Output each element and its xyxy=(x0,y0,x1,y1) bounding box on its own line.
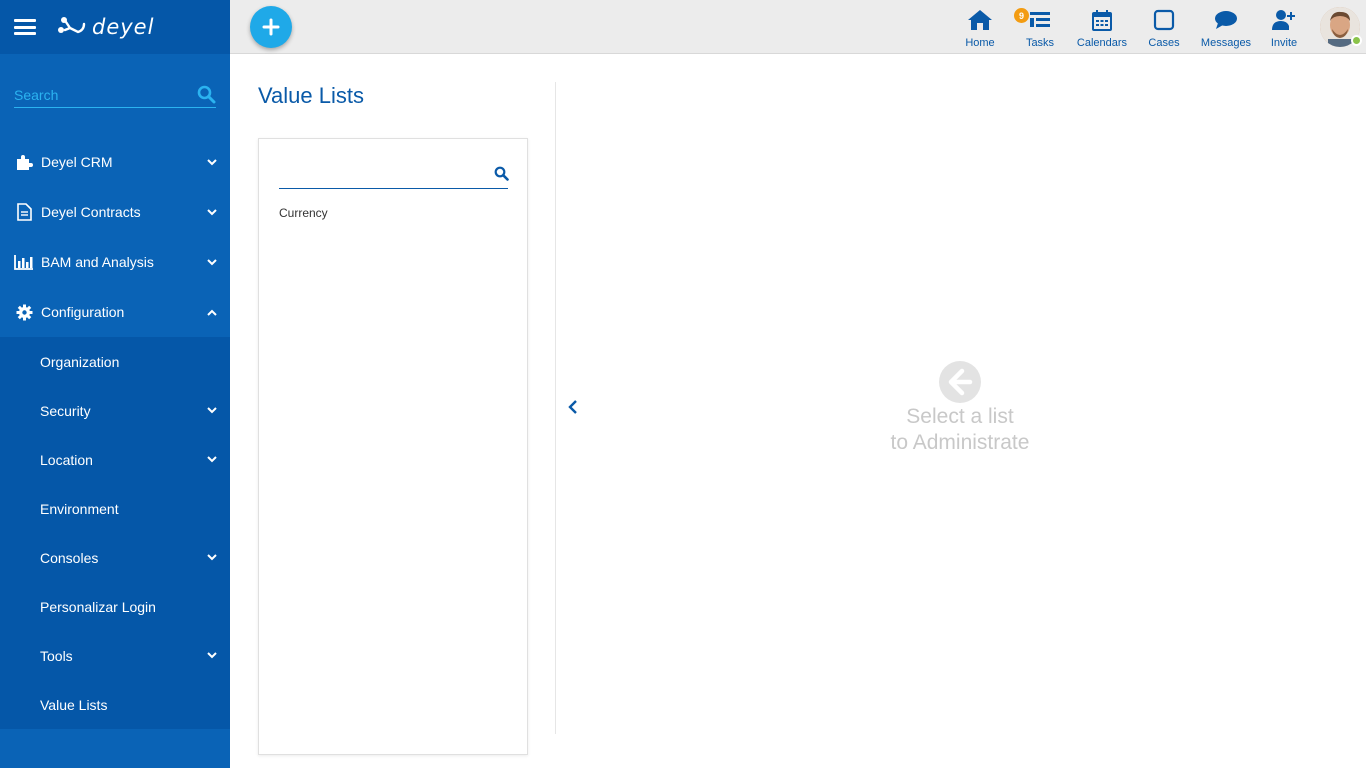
search-icon[interactable] xyxy=(197,85,216,109)
chevron-down-icon xyxy=(206,206,218,218)
tasks-label: Tasks xyxy=(1025,37,1055,49)
logo-mark-icon xyxy=(58,17,86,34)
tasks-icon xyxy=(1028,8,1052,32)
top-bar: Home 9 Tasks Calendars Cases Messages In… xyxy=(230,0,1366,54)
sidebar-subitem-label: Location xyxy=(40,451,93,468)
empty-state: Select a list to Administrate xyxy=(860,360,1060,456)
sidebar-subitem-personalizar-login[interactable]: Personalizar Login xyxy=(0,582,230,631)
home-icon xyxy=(967,8,993,32)
sidebar-item-label: Configuration xyxy=(41,304,125,320)
sidebar-subitem-label: Tools xyxy=(40,647,73,664)
messages-button[interactable]: Messages xyxy=(1194,0,1258,54)
tasks-button[interactable]: 9 Tasks xyxy=(1010,0,1070,54)
plus-icon xyxy=(262,18,280,36)
page-title: Value Lists xyxy=(258,83,364,108)
sidebar-item-bam-analysis[interactable]: BAM and Analysis xyxy=(0,237,230,287)
calendar-icon xyxy=(1092,8,1112,32)
chevron-down-icon xyxy=(206,256,218,268)
sidebar-search-area xyxy=(0,54,230,137)
sidebar-subitem-label: Value Lists xyxy=(40,696,108,713)
home-label: Home xyxy=(965,37,995,49)
collapse-panel-button[interactable] xyxy=(565,399,581,415)
invite-button[interactable]: Invite xyxy=(1258,0,1310,54)
configuration-submenu: Organization Security Location Environme… xyxy=(0,337,230,729)
chevron-down-icon xyxy=(206,552,218,564)
sidebar-item-label: Deyel Contracts xyxy=(41,204,141,220)
logo-text: deyel xyxy=(92,15,155,39)
chat-bubble-icon xyxy=(1214,8,1238,32)
arrow-left-circle-icon xyxy=(860,360,1060,404)
messages-label: Messages xyxy=(1200,37,1252,49)
invite-label: Invite xyxy=(1270,37,1298,49)
chevron-up-icon xyxy=(206,306,218,318)
document-icon xyxy=(14,203,34,221)
sidebar-subitem-label: Security xyxy=(40,402,91,419)
tasks-badge: 9 xyxy=(1014,8,1029,23)
chevron-down-icon xyxy=(206,454,218,466)
sidebar-item-label: BAM and Analysis xyxy=(41,254,154,270)
empty-state-line1: Select a list xyxy=(906,405,1014,428)
chevron-down-icon xyxy=(206,405,218,417)
chevron-down-icon xyxy=(206,650,218,662)
sidebar-search xyxy=(14,84,216,108)
top-actions: Home 9 Tasks Calendars Cases Messages In… xyxy=(950,0,1366,54)
sidebar-item-configuration[interactable]: Configuration xyxy=(0,287,230,337)
cases-icon xyxy=(1153,8,1175,32)
hamburger-menu-icon[interactable] xyxy=(14,19,36,35)
sidebar-subitem-tools[interactable]: Tools xyxy=(0,631,230,680)
sidebar-item-label: Deyel CRM xyxy=(41,154,113,170)
sidebar-subitem-label: Environment xyxy=(40,500,119,517)
search-icon[interactable] xyxy=(494,166,509,186)
sidebar-subitem-label: Consoles xyxy=(40,549,99,566)
sidebar-subitem-organization[interactable]: Organization xyxy=(0,337,230,386)
home-button[interactable]: Home xyxy=(950,0,1010,54)
presence-indicator xyxy=(1351,35,1362,46)
add-user-icon xyxy=(1272,8,1296,32)
sidebar-nav: Deyel CRM Deyel Contracts BAM and Analys… xyxy=(0,137,230,729)
sidebar-header: deyel xyxy=(0,0,230,54)
sidebar-search-input[interactable] xyxy=(14,84,216,106)
list-search xyxy=(279,163,509,189)
cases-label: Cases xyxy=(1148,37,1180,49)
empty-state-line2: to Administrate xyxy=(890,431,1030,454)
calendars-button[interactable]: Calendars xyxy=(1070,0,1134,54)
deyel-logo[interactable]: deyel xyxy=(58,15,154,39)
sidebar-item-deyel-crm[interactable]: Deyel CRM xyxy=(0,137,230,187)
sidebar-subitem-location[interactable]: Location xyxy=(0,435,230,484)
chevron-down-icon xyxy=(206,156,218,168)
add-button[interactable] xyxy=(250,6,292,48)
bar-chart-icon xyxy=(14,253,34,271)
value-list-panel: Currency xyxy=(258,138,528,755)
sidebar-subitem-security[interactable]: Security xyxy=(0,386,230,435)
sidebar-item-deyel-contracts[interactable]: Deyel Contracts xyxy=(0,187,230,237)
panel-divider xyxy=(555,82,556,734)
puzzle-icon xyxy=(14,153,34,171)
calendars-label: Calendars xyxy=(1076,37,1128,49)
sidebar: deyel Deyel CRM Deyel Contracts xyxy=(0,0,230,768)
list-item[interactable]: Currency xyxy=(279,206,328,220)
sidebar-subitem-consoles[interactable]: Consoles xyxy=(0,533,230,582)
list-search-input[interactable] xyxy=(279,163,489,187)
user-avatar[interactable] xyxy=(1320,7,1362,49)
sidebar-subitem-environment[interactable]: Environment xyxy=(0,484,230,533)
cases-button[interactable]: Cases xyxy=(1134,0,1194,54)
sidebar-subitem-label: Organization xyxy=(40,353,120,370)
chevron-left-icon xyxy=(568,400,577,414)
sidebar-subitem-label: Personalizar Login xyxy=(40,598,156,615)
gear-icon xyxy=(14,303,34,321)
sidebar-subitem-value-lists[interactable]: Value Lists xyxy=(0,680,230,729)
